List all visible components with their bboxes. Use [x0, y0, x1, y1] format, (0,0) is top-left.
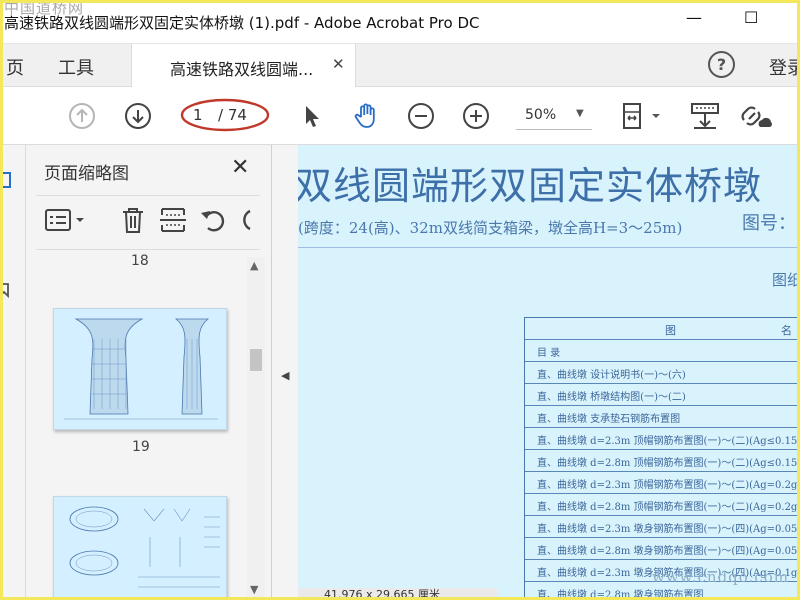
- toolbar: [0, 87, 800, 145]
- table-cell: 直、曲线墩 桥墩结构图(一)～(二): [537, 392, 686, 403]
- table-cell: 直、曲线墩 d=2.8m 顶帽钢筋布置图(一)～(二)(Ag=0.2g: [537, 502, 798, 513]
- drawing-number-label: 图号：: [742, 213, 796, 234]
- prev-page-icon[interactable]: [68, 102, 96, 130]
- chevron-down-icon: ▼: [576, 108, 584, 119]
- thumbnail-drawing: [69, 506, 220, 588]
- table-row: 直、曲线墩 d=2.3m 墩身钢筋布置图(一)～(四)(Ag=0.05g: [525, 516, 800, 538]
- table-cell: 直、曲线墩 d=2.3m 顶帽钢筋布置图(一)～(二)(Ag=0.2g: [537, 480, 798, 491]
- thumbnail-options-icon[interactable]: [44, 205, 88, 235]
- hand-icon[interactable]: [352, 102, 380, 130]
- thumbnails-panel: 页面缩略图 ✕ 18 19 ▲ ▼: [26, 145, 272, 600]
- tools-tab[interactable]: 工具: [58, 54, 94, 80]
- table-row: 直、曲线墩 d=2.8m 顶帽钢筋布置图(一)～(二)(Ag≤0.15: [525, 450, 800, 472]
- document-rule: [298, 247, 800, 248]
- table-row: 直、曲线墩 桥墩结构图(一)～(二): [525, 384, 800, 406]
- panel-title: 页面缩略图: [44, 164, 129, 184]
- page-thumbnails-icon[interactable]: [2, 171, 12, 189]
- table-row: 直、曲线墩 d=2.8m 墩身钢筋布置图(一)～(四)(Ag=0.05g: [525, 538, 800, 560]
- document-heading: 双线圆端形双固定实体桥墩: [298, 164, 763, 208]
- table-cell: 直、曲线墩 d=2.3m 墩身钢筋布置图(一)～(四)(Ag=0.05g: [537, 524, 800, 535]
- close-panel-icon[interactable]: ✕: [231, 155, 249, 180]
- table-cell: 直、曲线墩 d=2.8m 顶帽钢筋布置图(一)～(二)(Ag≤0.15: [537, 458, 798, 469]
- select-arrow-icon[interactable]: [298, 102, 326, 130]
- table-header-row: 图 名: [525, 318, 800, 340]
- table-cell: 直、曲线墩 支承垫石钢筋布置图: [537, 414, 681, 425]
- page-thumbnail[interactable]: [53, 496, 227, 600]
- sign-in-button[interactable]: 登录: [769, 54, 800, 80]
- zoom-select[interactable]: 50% ▼: [516, 100, 592, 130]
- rotate-cw-icon[interactable]: [238, 205, 252, 235]
- collapse-arrow-icon[interactable]: ◀: [281, 369, 289, 382]
- index-label: 图纸: [772, 271, 800, 289]
- delete-icon[interactable]: [118, 205, 148, 235]
- zoom-out-icon[interactable]: [407, 102, 435, 130]
- title-bar: 中国道桥网 高速铁路双线圆端形双固定实体桥墩 (1).pdf - Adobe A…: [0, 0, 800, 44]
- close-tab-icon[interactable]: ✕: [332, 55, 345, 73]
- table-row: 直、曲线墩 d=2.8m 顶帽钢筋布置图(一)～(二)(Ag=0.2g: [525, 494, 800, 516]
- help-icon[interactable]: ?: [708, 51, 735, 78]
- page-fit-icon[interactable]: [620, 102, 664, 130]
- maximize-button[interactable]: ☐: [744, 8, 758, 27]
- table-cell: 直、曲线墩 d=2.8m 墩身钢筋布置图: [537, 590, 704, 600]
- table-cell: 直、曲线墩 d=2.8m 墩身钢筋布置图(一)～(四)(Ag=0.05g: [537, 546, 800, 557]
- document-view[interactable]: 双线圆端形双固定实体桥墩 (跨度：24(高)、32m双线简支箱梁，墩全高H=3～…: [298, 145, 800, 600]
- extract-pages-icon[interactable]: [158, 205, 188, 235]
- home-tab[interactable]: 页: [6, 54, 24, 80]
- table-row: 直、曲线墩 设计说明书(一)～(六): [525, 362, 800, 384]
- panel-divider: [36, 249, 260, 250]
- bookmarks-icon[interactable]: [2, 281, 12, 299]
- table-header-cell: 图: [665, 324, 676, 337]
- thumbnail-label: 18: [131, 253, 149, 269]
- table-row: 直、曲线墩 d=2.3m 顶帽钢筋布置图(一)～(二)(Ag=0.2g: [525, 472, 800, 494]
- zoom-in-icon[interactable]: [462, 102, 490, 130]
- scrollbar-thumb[interactable]: [250, 349, 262, 371]
- zoom-underline: [516, 129, 592, 130]
- table-row: 直、曲线墩 d=2.3m 顶帽钢筋布置图(一)～(二)(Ag≤0.15: [525, 428, 800, 450]
- thumbnail-drawing: [64, 318, 218, 420]
- panel-collapse-gutter: ◀: [272, 145, 298, 600]
- window-title: 高速铁路双线圆端形双固定实体桥墩 (1).pdf - Adobe Acrobat…: [4, 14, 480, 32]
- panel-divider: [36, 195, 260, 196]
- document-tab[interactable]: 高速铁路双线圆端... ✕: [131, 44, 356, 87]
- page-number-input[interactable]: 1: [193, 106, 203, 124]
- table-row: 直、曲线墩 支承垫石钢筋布置图: [525, 406, 800, 428]
- scroll-up-icon[interactable]: ▲: [250, 259, 258, 272]
- page-thumbnail[interactable]: [53, 308, 227, 430]
- table-cell: 直、曲线墩 设计说明书(一)～(六): [537, 370, 686, 381]
- scroll-mode-icon[interactable]: [690, 102, 720, 130]
- page-size-text: 41.976 x 29.665 厘米: [324, 588, 440, 600]
- page-size-readout: 41.976 x 29.665 厘米: [298, 588, 498, 600]
- next-page-icon[interactable]: [124, 102, 152, 130]
- left-rail: [0, 145, 26, 600]
- table-cell: 目 录: [537, 348, 561, 359]
- minimize-button[interactable]: —: [686, 8, 702, 27]
- scroll-down-icon[interactable]: ▼: [250, 583, 258, 596]
- table-cell: 直、曲线墩 d=2.3m 顶帽钢筋布置图(一)～(二)(Ag≤0.15: [537, 436, 798, 447]
- table-row: 目 录: [525, 340, 800, 362]
- table-header-cell: 名: [781, 324, 792, 337]
- menu-row: 页 工具 高速铁路双线圆端... ✕ ? 登录: [0, 44, 800, 87]
- rotate-ccw-icon[interactable]: [198, 205, 228, 235]
- page-total: / 74: [218, 106, 247, 124]
- watermark-bottom: www.cndqo.com: [652, 568, 789, 586]
- drawing-index-table: 图 名 目 录 直、曲线墩 设计说明书(一)～(六) 直、曲线墩 桥墩结构图(一…: [524, 317, 800, 600]
- document-subtitle: (跨度：24(高)、32m双线简支箱梁，墩全高H=3～25m): [298, 219, 683, 237]
- link-share-icon[interactable]: [738, 102, 772, 130]
- thumbnails-scrollbar[interactable]: ▲ ▼: [247, 257, 265, 600]
- thumbnail-label: 19: [132, 439, 150, 455]
- document-tab-label: 高速铁路双线圆端...: [170, 60, 314, 79]
- zoom-value: 50%: [525, 107, 557, 123]
